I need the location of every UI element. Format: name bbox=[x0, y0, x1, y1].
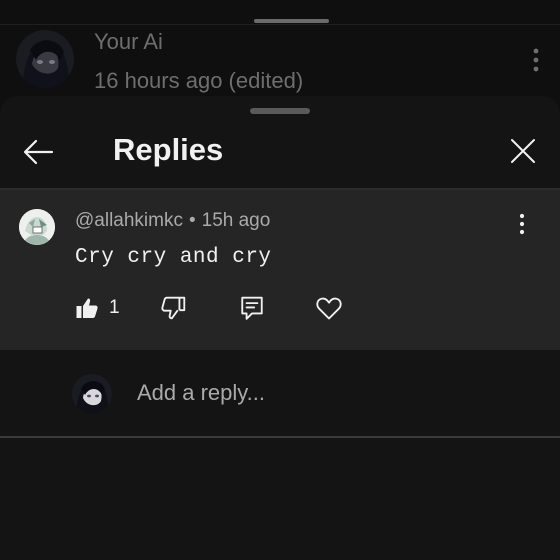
background-comment-time: 16 hours ago (edited) bbox=[94, 68, 304, 93]
like-button[interactable]: 1 bbox=[75, 294, 120, 322]
heart-button[interactable] bbox=[315, 294, 343, 322]
background-drag-handle bbox=[254, 19, 329, 23]
current-user-avatar bbox=[72, 374, 112, 414]
anime-avatar-icon bbox=[16, 30, 74, 88]
reply-button[interactable] bbox=[239, 294, 265, 322]
reply-username[interactable]: @allahkimkc bbox=[75, 210, 183, 231]
input-underline bbox=[0, 436, 560, 438]
background-comment-author: Your Ai bbox=[94, 29, 163, 54]
meta-separator: • bbox=[188, 210, 196, 231]
reply-meta: @allahkimkc • 15h ago bbox=[75, 210, 270, 232]
reply-avatar[interactable] bbox=[19, 209, 55, 245]
dislike-button[interactable] bbox=[161, 294, 187, 322]
background-divider bbox=[0, 24, 560, 25]
reply-menu-button[interactable] bbox=[510, 212, 534, 236]
close-icon bbox=[511, 139, 535, 163]
anime-avatar-icon bbox=[72, 374, 112, 414]
replies-sheet: Replies @allahkimkc • 15h ago Cry cry an… bbox=[0, 96, 560, 560]
add-reply-input[interactable] bbox=[137, 380, 517, 406]
more-vert-icon[interactable] bbox=[524, 46, 548, 74]
user-avatar-icon bbox=[19, 209, 55, 245]
comment-reply-icon bbox=[241, 296, 263, 320]
background-comment-avatar[interactable] bbox=[16, 30, 74, 88]
sheet-title: Replies bbox=[113, 132, 224, 167]
thumb-down-icon bbox=[161, 296, 186, 320]
reply-comment: @allahkimkc • 15h ago Cry cry and cry 1 bbox=[0, 190, 560, 350]
more-vert-icon bbox=[519, 213, 525, 235]
heart-icon bbox=[316, 297, 342, 320]
arrow-left-icon bbox=[23, 139, 54, 165]
sheet-drag-handle[interactable] bbox=[250, 108, 310, 114]
like-count: 1 bbox=[109, 297, 120, 318]
reply-time: 15h ago bbox=[201, 210, 271, 231]
thumb-up-icon bbox=[76, 298, 98, 318]
reply-text: Cry cry and cry bbox=[75, 246, 272, 269]
close-button[interactable] bbox=[506, 134, 540, 168]
back-button[interactable] bbox=[20, 134, 56, 170]
add-reply-row bbox=[0, 350, 560, 436]
